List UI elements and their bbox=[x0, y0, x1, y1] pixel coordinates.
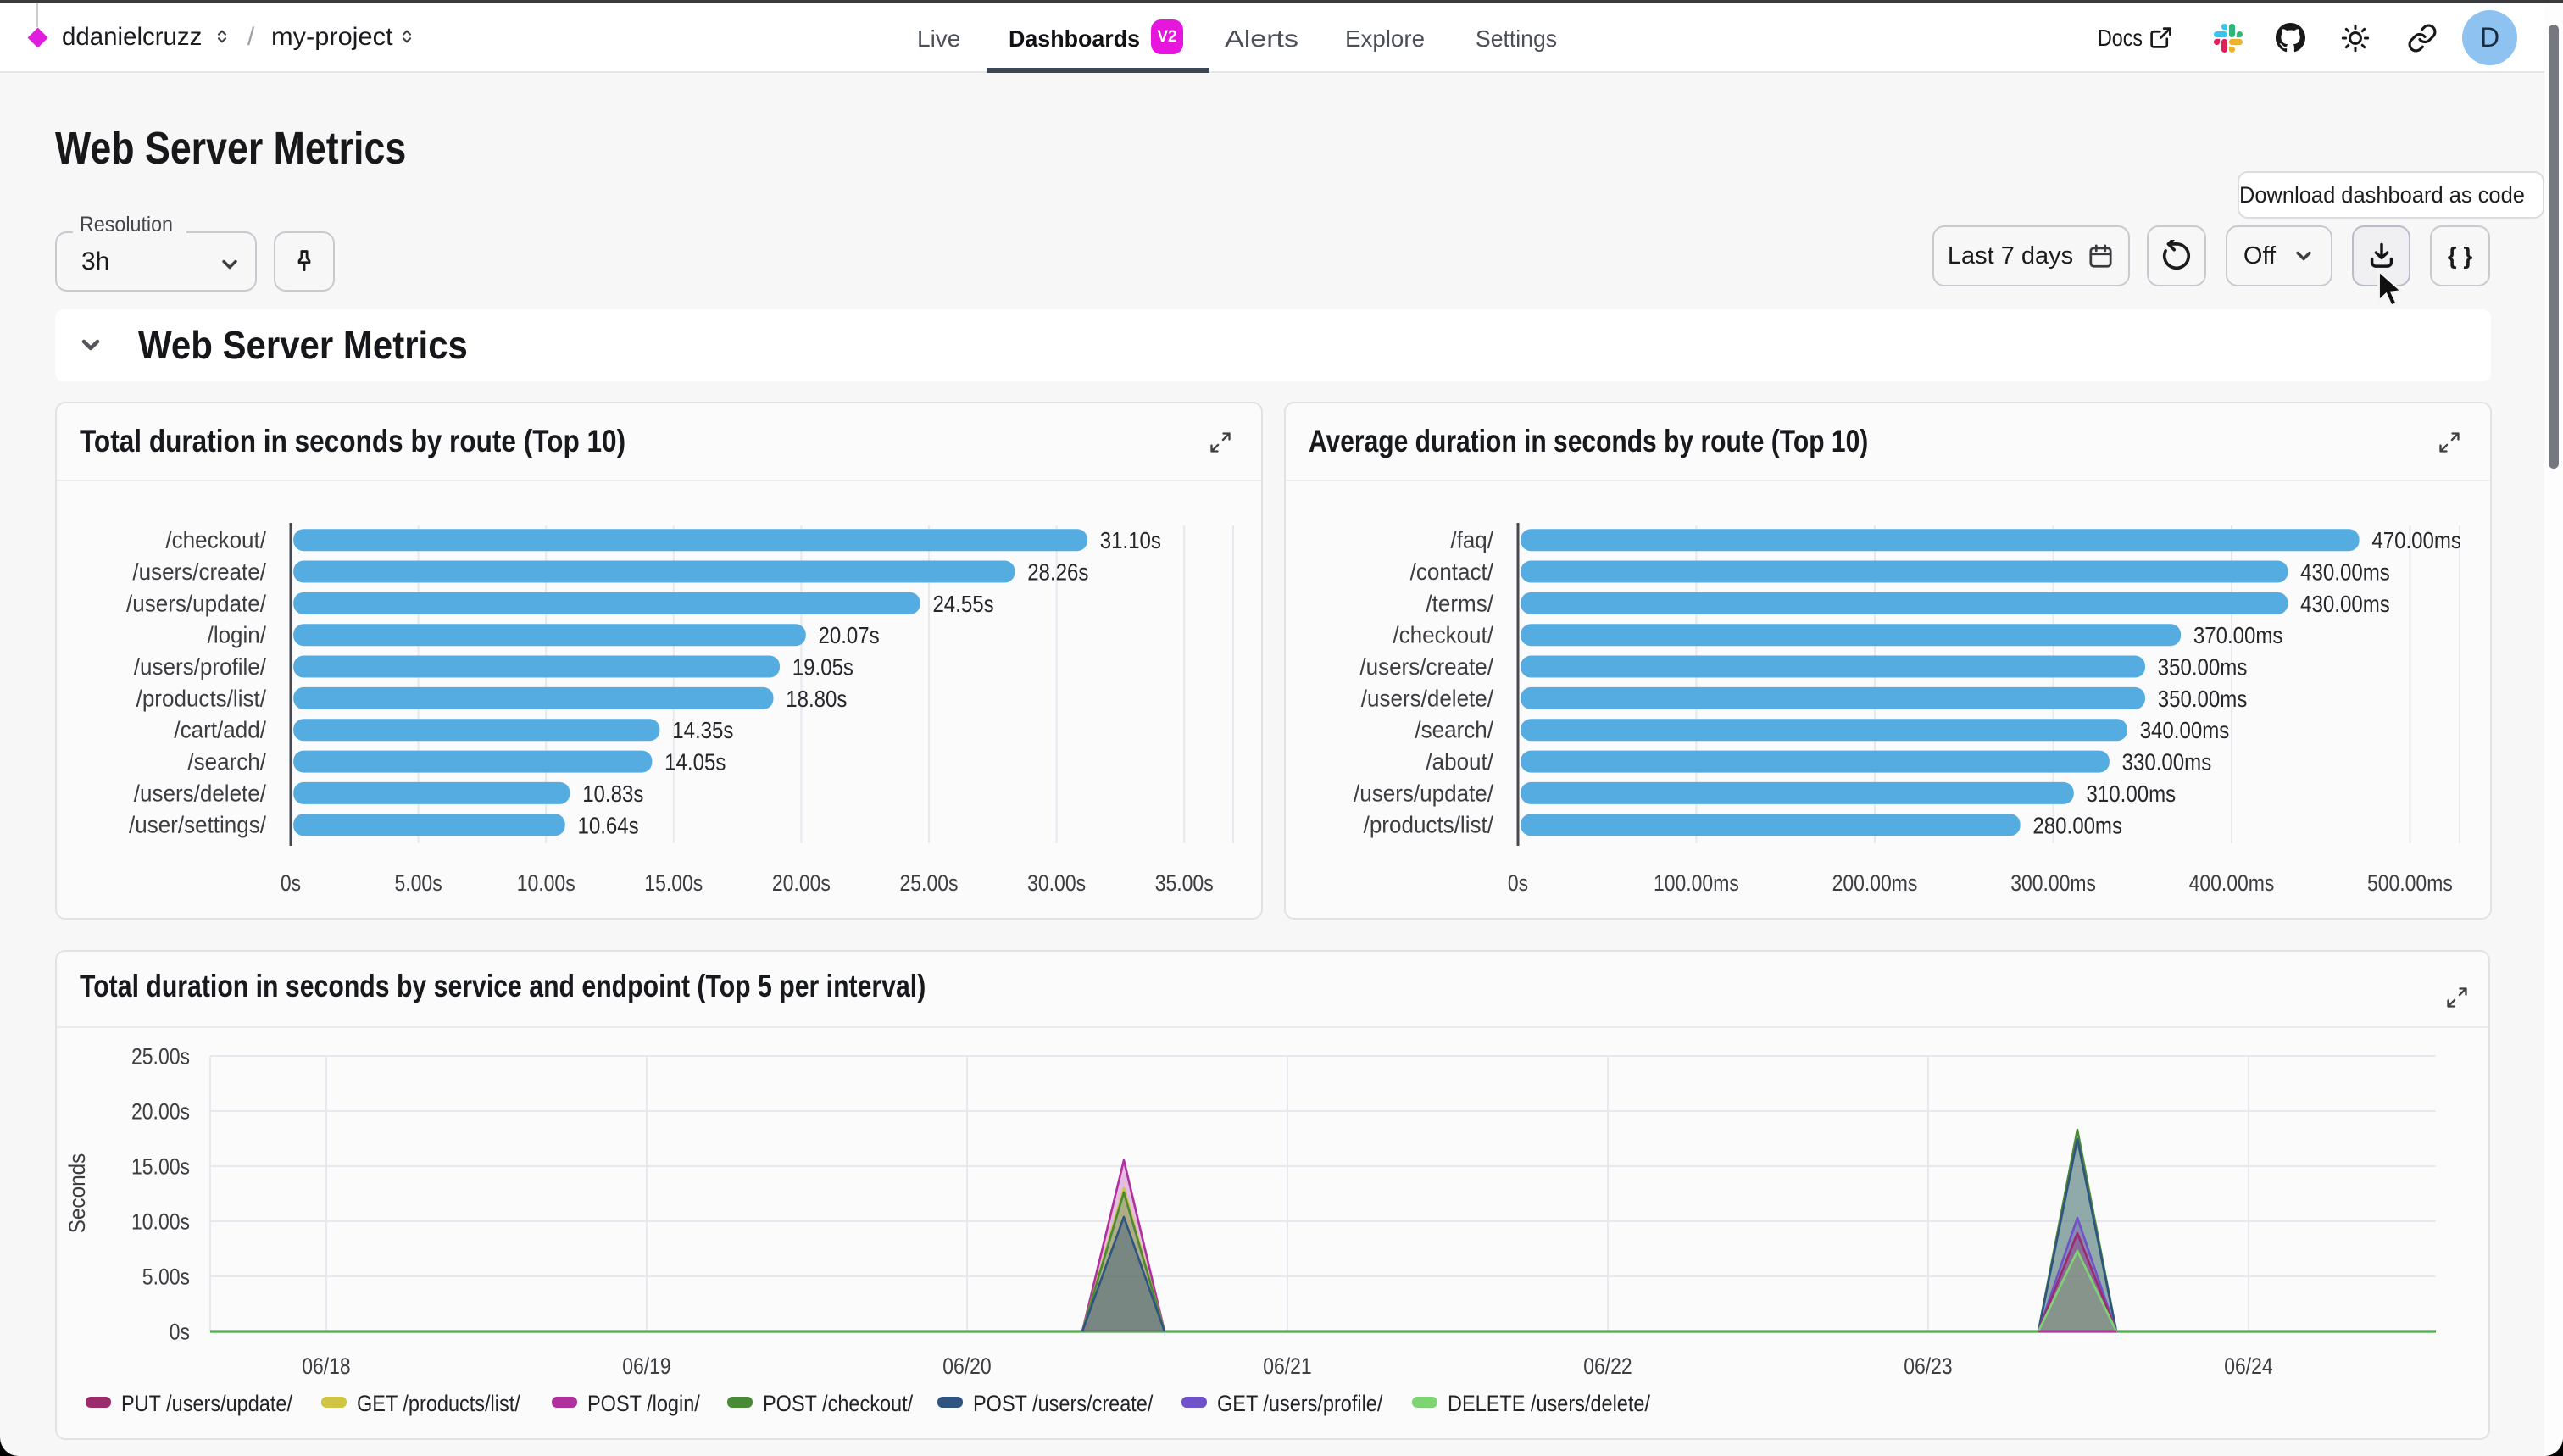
svg-text:06/24: 06/24 bbox=[2224, 1353, 2272, 1379]
svg-text:35.00s: 35.00s bbox=[1155, 870, 1214, 896]
svg-text:/login/: /login/ bbox=[208, 622, 267, 648]
svg-text:/users/profile/: /users/profile/ bbox=[134, 653, 266, 680]
svg-text:430.00ms: 430.00ms bbox=[2300, 591, 2390, 617]
svg-text:0s: 0s bbox=[1508, 870, 1528, 896]
svg-text:280.00ms: 280.00ms bbox=[2032, 812, 2122, 838]
svg-text:500.00ms: 500.00ms bbox=[2367, 870, 2453, 896]
svg-text:GET /users/profile/: GET /users/profile/ bbox=[1217, 1391, 1383, 1416]
svg-text:/products/list/: /products/list/ bbox=[1364, 812, 1494, 838]
svg-text:POST /login/: POST /login/ bbox=[587, 1391, 700, 1416]
svg-text:24.55s: 24.55s bbox=[932, 591, 993, 617]
svg-text:/faq/: /faq/ bbox=[1450, 527, 1493, 553]
svg-text:/checkout/: /checkout/ bbox=[165, 527, 266, 553]
svg-text:/users/delete/: /users/delete/ bbox=[134, 780, 266, 806]
svg-text:06/23: 06/23 bbox=[1904, 1353, 1952, 1379]
svg-text:400.00ms: 400.00ms bbox=[2189, 870, 2275, 896]
svg-text:/products/list/: /products/list/ bbox=[136, 685, 267, 711]
svg-text:/search/: /search/ bbox=[1415, 717, 1493, 743]
svg-text:/users/create/: /users/create/ bbox=[132, 559, 266, 585]
svg-text:430.00ms: 430.00ms bbox=[2300, 559, 2390, 586]
svg-text:310.00ms: 310.00ms bbox=[2087, 781, 2177, 807]
svg-text:0s: 0s bbox=[281, 870, 301, 896]
svg-text:14.35s: 14.35s bbox=[672, 717, 733, 743]
svg-text:300.00ms: 300.00ms bbox=[2010, 870, 2096, 896]
svg-text:340.00ms: 340.00ms bbox=[2140, 717, 2230, 743]
svg-text:350.00ms: 350.00ms bbox=[2158, 686, 2248, 712]
svg-text:470.00ms: 470.00ms bbox=[2371, 527, 2461, 553]
svg-text:19.05s: 19.05s bbox=[792, 654, 853, 681]
svg-text:DELETE /users/delete/: DELETE /users/delete/ bbox=[1448, 1391, 1650, 1416]
svg-text:/terms/: /terms/ bbox=[1426, 590, 1493, 616]
svg-text:370.00ms: 370.00ms bbox=[2193, 622, 2283, 648]
svg-text:5.00s: 5.00s bbox=[395, 870, 442, 896]
svg-text:200.00ms: 200.00ms bbox=[1832, 870, 1918, 896]
svg-text:100.00ms: 100.00ms bbox=[1654, 870, 1739, 896]
svg-text:0s: 0s bbox=[170, 1319, 190, 1344]
svg-text:25.00s: 25.00s bbox=[900, 870, 959, 896]
svg-text:/users/update/: /users/update/ bbox=[126, 590, 266, 616]
svg-text:/cart/add/: /cart/add/ bbox=[174, 717, 266, 743]
svg-text:330.00ms: 330.00ms bbox=[2122, 749, 2212, 775]
svg-text:PUT /users/update/: PUT /users/update/ bbox=[121, 1391, 292, 1416]
svg-text:15.00s: 15.00s bbox=[131, 1153, 190, 1179]
svg-text:14.05s: 14.05s bbox=[664, 749, 726, 775]
svg-text:06/19: 06/19 bbox=[622, 1353, 670, 1379]
svg-text:10.00s: 10.00s bbox=[517, 870, 575, 896]
svg-text:5.00s: 5.00s bbox=[142, 1264, 190, 1289]
svg-text:/user/settings/: /user/settings/ bbox=[129, 812, 266, 838]
svg-text:/search/: /search/ bbox=[187, 748, 266, 775]
svg-text:20.00s: 20.00s bbox=[131, 1098, 190, 1124]
svg-text:POST /checkout/: POST /checkout/ bbox=[763, 1391, 914, 1416]
svg-text:06/18: 06/18 bbox=[302, 1353, 350, 1379]
svg-text:/users/update/: /users/update/ bbox=[1354, 780, 1493, 806]
svg-text:/users/create/: /users/create/ bbox=[1359, 653, 1493, 680]
svg-text:10.00s: 10.00s bbox=[131, 1209, 190, 1234]
svg-text:06/20: 06/20 bbox=[942, 1353, 991, 1379]
svg-text:31.10s: 31.10s bbox=[1100, 527, 1161, 553]
svg-text:20.07s: 20.07s bbox=[819, 622, 880, 648]
svg-text:350.00ms: 350.00ms bbox=[2158, 654, 2248, 681]
svg-text:25.00s: 25.00s bbox=[131, 1043, 190, 1069]
svg-text:10.83s: 10.83s bbox=[582, 781, 643, 807]
svg-text:15.00s: 15.00s bbox=[644, 870, 703, 896]
svg-text:/checkout/: /checkout/ bbox=[1393, 622, 1493, 648]
svg-text:30.00s: 30.00s bbox=[1027, 870, 1086, 896]
svg-text:20.00s: 20.00s bbox=[772, 870, 831, 896]
svg-text:/contact/: /contact/ bbox=[1410, 559, 1494, 585]
svg-text:GET /products/list/: GET /products/list/ bbox=[357, 1391, 520, 1416]
svg-text:POST /users/create/: POST /users/create/ bbox=[973, 1391, 1154, 1416]
svg-text:18.80s: 18.80s bbox=[786, 686, 847, 712]
svg-text:/users/delete/: /users/delete/ bbox=[1361, 685, 1493, 711]
svg-text:06/21: 06/21 bbox=[1263, 1353, 1311, 1379]
svg-text:/about/: /about/ bbox=[1426, 748, 1493, 775]
svg-text:Seconds: Seconds bbox=[64, 1153, 90, 1234]
svg-text:10.64s: 10.64s bbox=[577, 812, 638, 838]
svg-text:28.26s: 28.26s bbox=[1027, 559, 1088, 586]
svg-text:06/22: 06/22 bbox=[1583, 1353, 1632, 1379]
